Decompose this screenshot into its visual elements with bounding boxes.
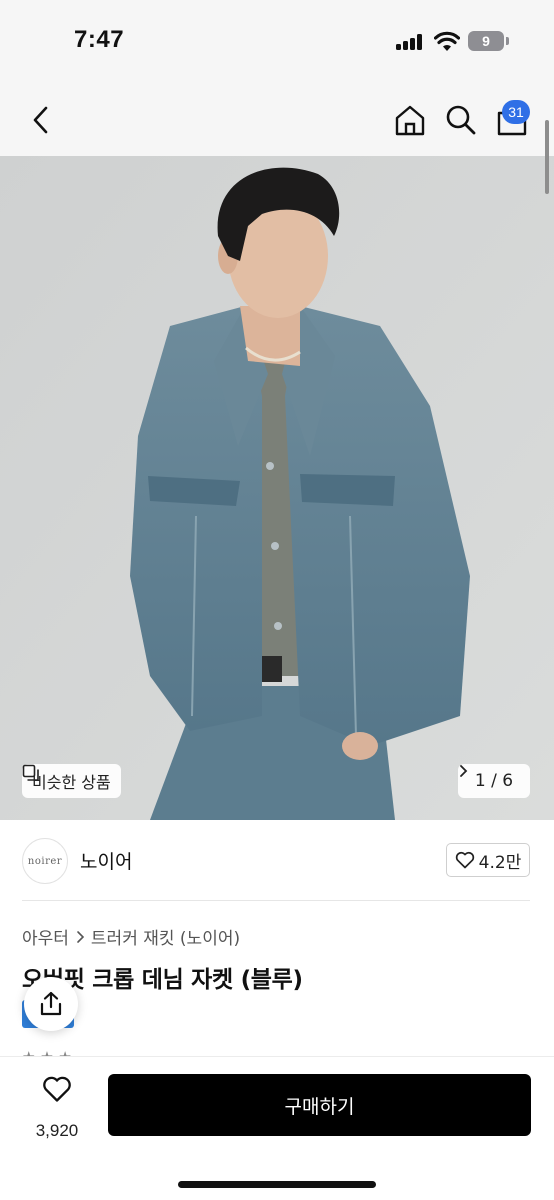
status-time: 7:47 [74,26,125,53]
brand-name[interactable]: 노이어 [80,847,132,874]
wishlist-count: 3,920 [35,1121,79,1140]
breadcrumb-subcategory[interactable]: 트러커 재킷 (노이어) [91,924,240,949]
similar-items-button[interactable]: 비슷한 상품 [22,764,121,798]
search-icon [446,105,476,135]
brand-like-count: 4.2만 [478,852,522,873]
similar-items-icon [22,764,39,781]
breadcrumb: 아우터 트러커 재킷 (노이어) [22,924,240,949]
similar-items-label: 비슷한 상품 [32,773,111,792]
breadcrumb-category[interactable]: 아우터 [22,924,69,949]
product-photo [0,156,554,820]
back-button[interactable] [22,100,58,140]
cellular-signal-icon [396,34,424,50]
battery-level: 9 [482,33,490,49]
home-icon [395,105,425,136]
brand-like-button[interactable]: 4.2만 [446,843,530,877]
bottom-action-bar: 3,920 구매하기 [0,1056,554,1200]
product-image-carousel[interactable]: 비슷한 상품 1 / 6 [0,156,554,820]
buy-button[interactable]: 구매하기 [108,1074,531,1136]
chevron-right-icon [460,765,468,777]
heart-outline-icon [455,851,474,869]
scrollbar[interactable] [545,120,549,194]
image-page-indicator[interactable]: 1 / 6 [458,764,530,798]
wishlist-button[interactable]: 3,920 [22,1075,92,1141]
brand-row: noirer 노이어 4.2만 [0,820,554,902]
share-button[interactable] [24,977,78,1031]
image-page-text: 1 / 6 [474,771,514,791]
status-bar: 7:47 9 [0,0,554,84]
heart-outline-icon [43,1076,71,1102]
chevron-left-icon [33,106,48,134]
share-icon [40,991,62,1016]
wifi-icon [434,31,460,51]
home-button[interactable] [390,100,430,140]
divider [22,900,530,901]
search-button[interactable] [442,100,480,140]
chevron-right-icon [77,930,85,943]
home-indicator[interactable] [178,1181,376,1188]
cart-count-badge: 31 [502,100,530,124]
battery-icon: 9 [468,31,504,51]
brand-logo[interactable]: noirer [22,838,68,884]
top-nav-bar [0,84,554,156]
battery-cap [506,37,509,45]
rating-summary-peek: ★ ★ ★ [22,1048,72,1056]
